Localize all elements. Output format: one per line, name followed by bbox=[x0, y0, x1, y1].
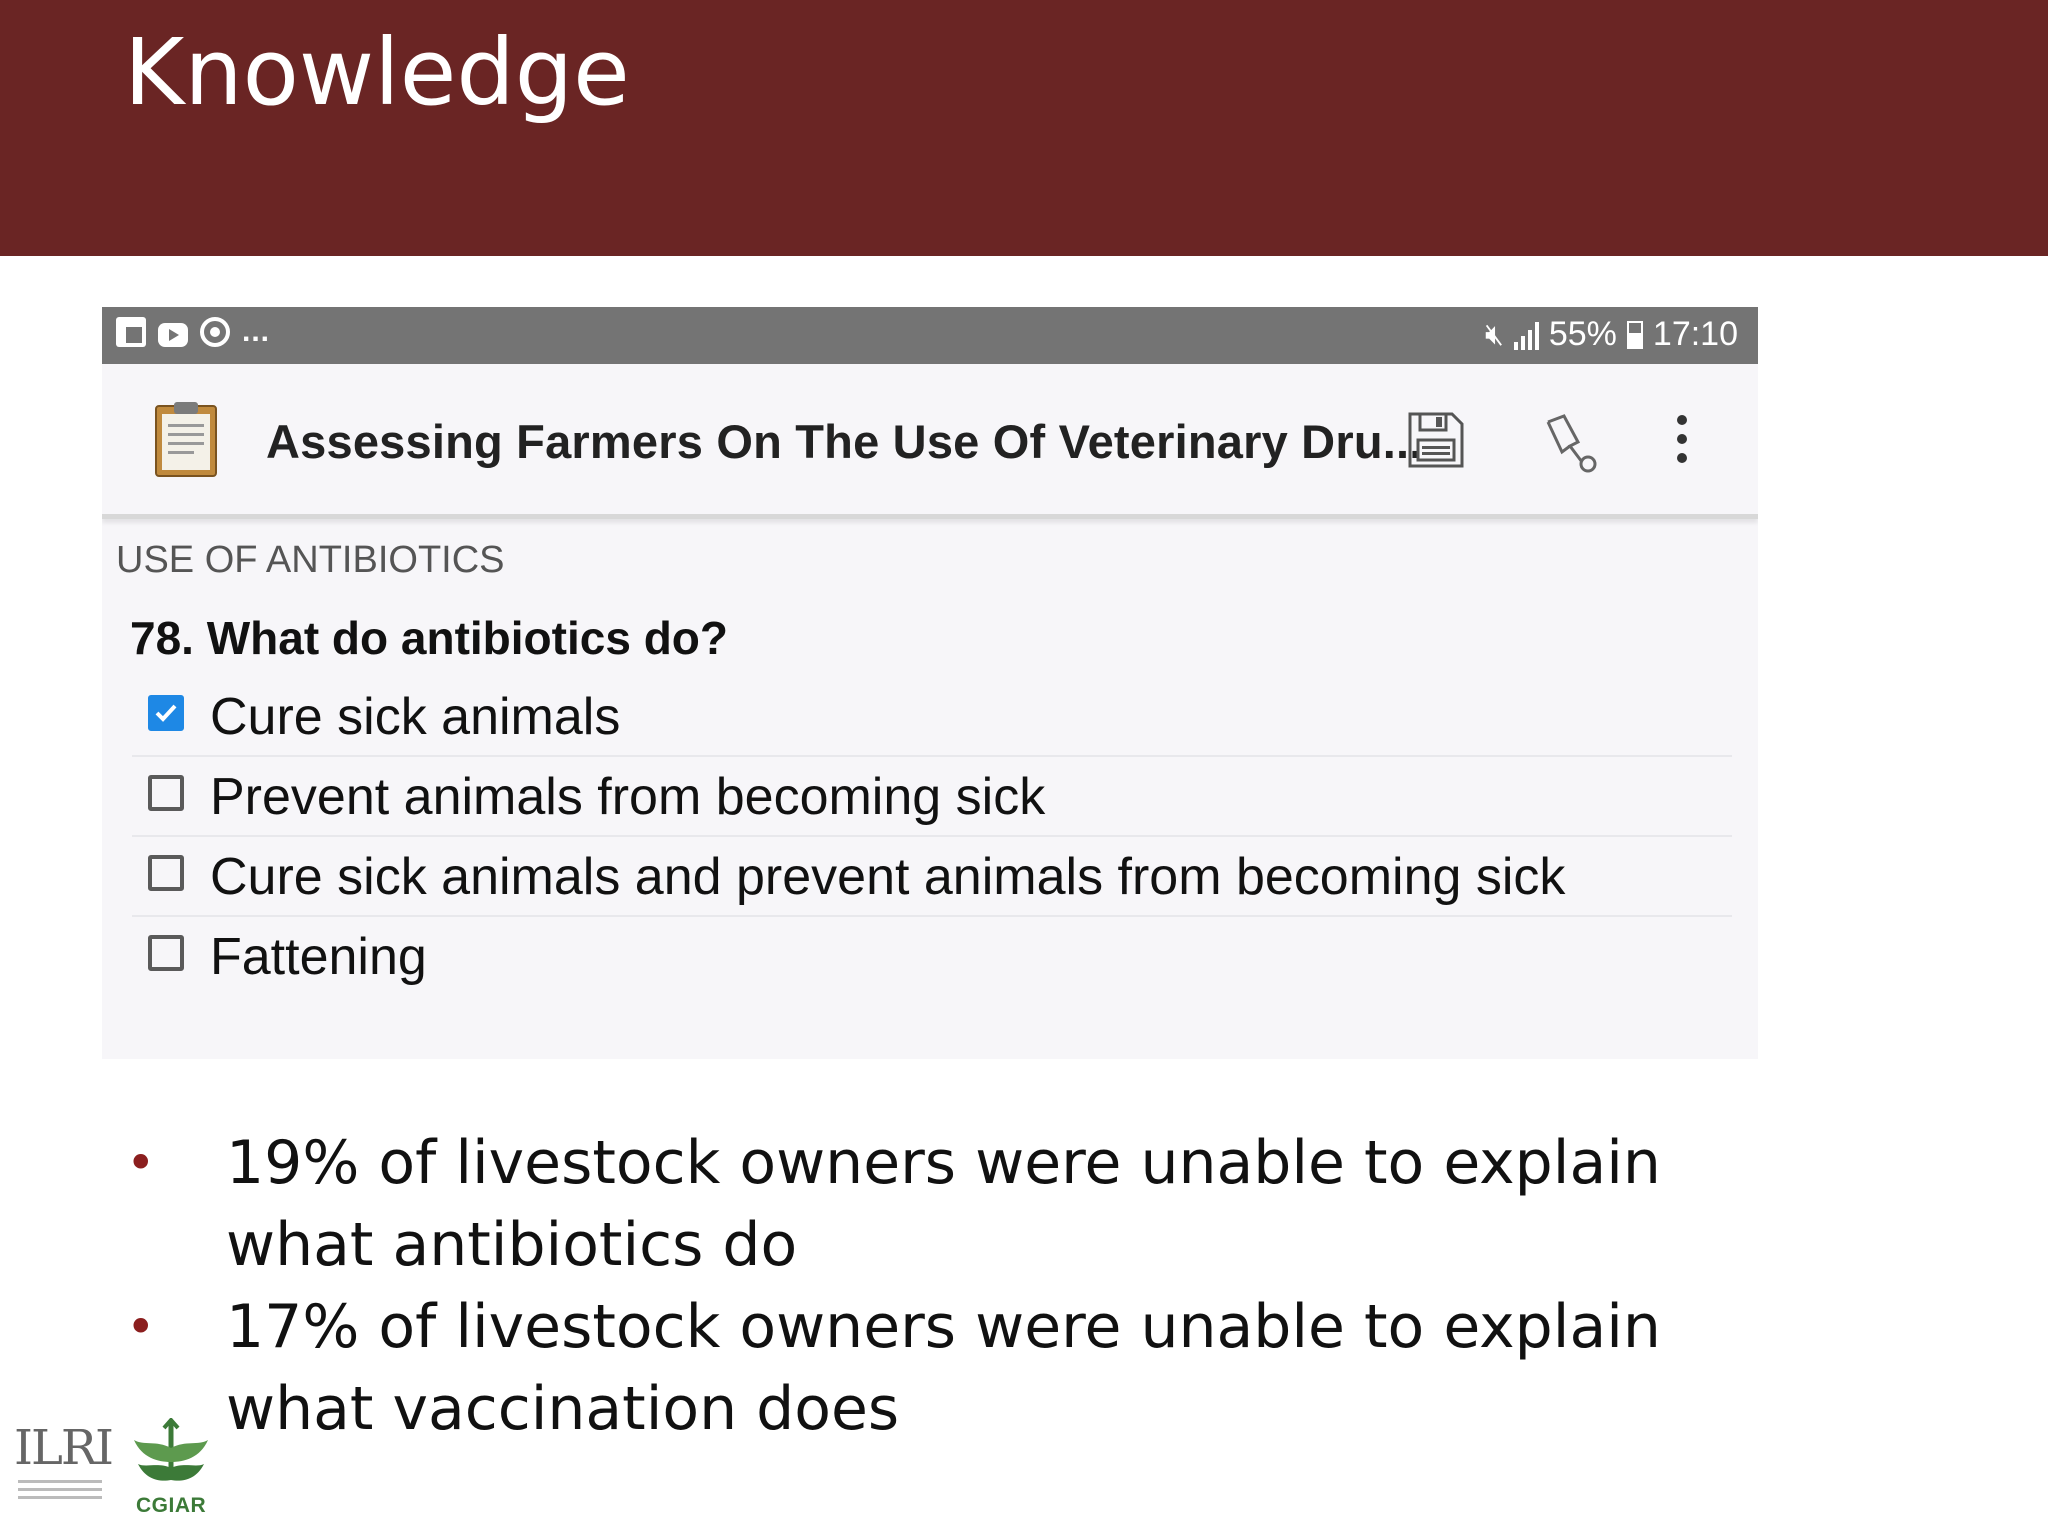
status-notifications: ... bbox=[116, 317, 270, 347]
section-label: USE OF ANTIBIOTICS bbox=[116, 539, 505, 581]
youtube-icon bbox=[158, 323, 188, 347]
checkbox-unchecked[interactable] bbox=[148, 775, 184, 811]
phone-screenshot: ... 🔇︎ 55% 17:10 Assessing Farmers On Th… bbox=[102, 307, 1758, 1059]
checkbox-unchecked[interactable] bbox=[148, 935, 184, 971]
option-label: Fattening bbox=[210, 928, 427, 986]
mute-icon: 🔇︎ bbox=[1484, 317, 1504, 351]
notification-app-icon bbox=[116, 317, 146, 347]
form-title: Assessing Farmers On The Use Of Veterina… bbox=[266, 415, 1423, 468]
bullet-text: 19% of livestock owners were unable to e… bbox=[226, 1128, 1661, 1280]
cgiar-logo-text: CGIAR bbox=[136, 1494, 207, 1517]
clipboard-icon bbox=[155, 402, 217, 477]
question-text: 78. What do antibiotics do? bbox=[130, 612, 728, 664]
ilri-logo: ILRI bbox=[14, 1420, 114, 1520]
option-row[interactable]: Cure sick animals bbox=[132, 677, 1732, 757]
ilri-logo-text: ILRI bbox=[14, 1420, 114, 1476]
status-indicators: 🔇︎ 55% 17:10 bbox=[1485, 315, 1738, 354]
cgiar-plant-icon bbox=[134, 1416, 208, 1481]
battery-icon bbox=[1626, 320, 1643, 349]
status-bar: ... 🔇︎ 55% 17:10 bbox=[102, 307, 1758, 364]
sync-icon bbox=[200, 317, 230, 347]
answer-options: Cure sick animals Prevent animals from b… bbox=[132, 677, 1732, 995]
signal-icon bbox=[1513, 320, 1539, 350]
clock: 17:10 bbox=[1652, 315, 1738, 353]
checkbox-checked[interactable] bbox=[148, 695, 184, 731]
checkbox-unchecked[interactable] bbox=[148, 855, 184, 891]
battery-percent: 55% bbox=[1548, 315, 1617, 353]
bullet-text: 17% of livestock owners were unable to e… bbox=[226, 1292, 1661, 1444]
save-icon[interactable] bbox=[1406, 410, 1466, 470]
slide-title: Knowledge bbox=[124, 19, 630, 126]
checkmark-icon bbox=[155, 704, 177, 722]
bullet-marker: • bbox=[126, 1298, 156, 1356]
more-notifications: ... bbox=[242, 315, 271, 348]
ilri-logo-subtext bbox=[18, 1480, 102, 1504]
title-bar: Knowledge bbox=[0, 0, 2048, 256]
option-label: Cure sick animals and prevent animals fr… bbox=[210, 848, 1566, 906]
app-bar: Assessing Farmers On The Use Of Veterina… bbox=[102, 364, 1758, 519]
jump-to-question-icon[interactable] bbox=[1542, 412, 1604, 474]
overflow-menu-icon[interactable] bbox=[1674, 414, 1690, 464]
bullet-marker: • bbox=[126, 1134, 156, 1192]
cgiar-logo: CGIAR bbox=[126, 1416, 216, 1518]
option-row[interactable]: Cure sick animals and prevent animals fr… bbox=[132, 837, 1732, 917]
option-label: Prevent animals from becoming sick bbox=[210, 768, 1046, 826]
bullet-item: • 17% of livestock owners were unable to… bbox=[118, 1286, 1738, 1450]
option-label: Cure sick animals bbox=[210, 688, 621, 746]
bullet-list: • 19% of livestock owners were unable to… bbox=[118, 1122, 1738, 1450]
bullet-item: • 19% of livestock owners were unable to… bbox=[118, 1122, 1738, 1286]
option-row[interactable]: Prevent animals from becoming sick bbox=[132, 757, 1732, 837]
option-row[interactable]: Fattening bbox=[132, 917, 1732, 995]
